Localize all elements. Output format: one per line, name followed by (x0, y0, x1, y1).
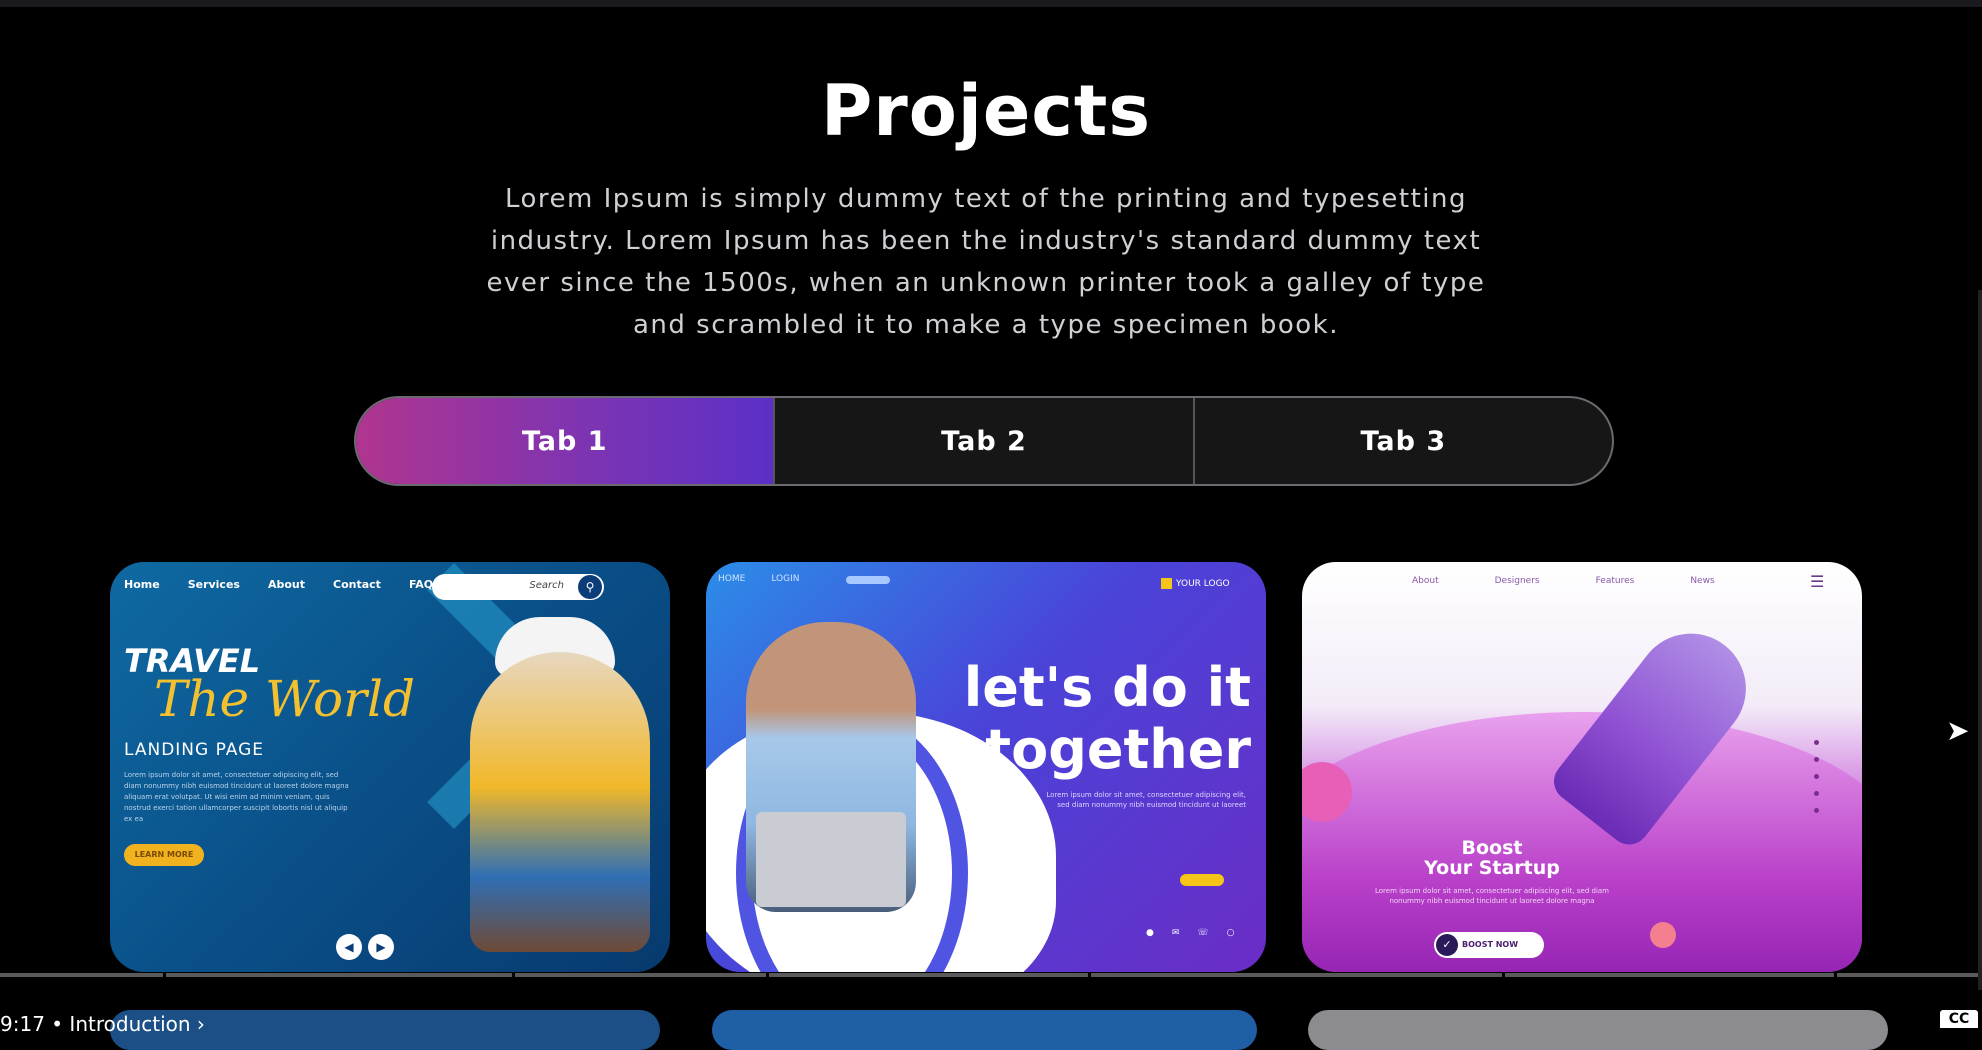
social-icons: ● ✉ ☏ ○ (1146, 928, 1235, 938)
the-world-title: The World (154, 670, 416, 728)
nav-pill (846, 576, 890, 584)
chevron-right-icon: › (196, 1012, 205, 1036)
project-card-travel[interactable]: Home Services About Contact FAQ Search ⚲… (110, 562, 670, 972)
card-search-box: Search ⚲ (432, 574, 604, 600)
boost-now-button: ✓ BOOST NOW (1434, 932, 1544, 958)
nav-about: About (1412, 576, 1439, 586)
card-body-text: Lorem ipsum dolor sit amet, consectetuer… (1046, 791, 1246, 809)
chapter-marker (766, 973, 769, 977)
nav-home: Home (124, 578, 160, 591)
tab-3[interactable]: Tab 3 (1195, 398, 1612, 484)
nav-news: News (1690, 576, 1715, 586)
project-card-together[interactable]: HOME LOGIN YOUR LOGO let's do it togethe… (706, 562, 1266, 972)
phone-icon: ☏ (1197, 928, 1209, 938)
chevron-right-icon: ▶ (368, 934, 394, 960)
card-nav: HOME LOGIN (718, 574, 799, 584)
nav-about: About (267, 578, 306, 591)
logo: YOUR LOGO (1161, 578, 1230, 589)
headline: Boost Your Startup (1382, 838, 1602, 878)
chapter-marker (1834, 973, 1837, 977)
video-timestamp[interactable]: 9:17 • Introduction › (0, 1012, 205, 1036)
section-title: Projects (820, 70, 1151, 152)
chevron-left-icon: ◀ (336, 934, 362, 960)
nav-features: Features (1595, 576, 1635, 586)
section-description: Lorem Ipsum is simply dummy text of the … (486, 184, 1486, 340)
headline-line-2: together (985, 718, 1251, 781)
scrollbar[interactable] (1978, 290, 1982, 990)
tab-1[interactable]: Tab 1 (356, 398, 776, 484)
location-icon: ● (1146, 928, 1154, 938)
project-card-startup[interactable]: About Designers Features News ☰ Boost Yo… (1302, 562, 1862, 972)
chapter-title: • Introduction (51, 1012, 191, 1036)
nav-services: Services (187, 578, 240, 591)
chapter-marker (1088, 973, 1091, 977)
chapter-marker (512, 973, 515, 977)
dot (1814, 791, 1819, 796)
chapter-marker (163, 973, 166, 977)
project-card-preview (1308, 1010, 1888, 1050)
card-nav: About Designers Features News (1412, 576, 1715, 586)
mouse-cursor-icon: ➤ (1946, 714, 1970, 747)
search-icon: ⚲ (578, 575, 602, 599)
globe-icon: ○ (1226, 928, 1235, 938)
dot (1814, 774, 1819, 779)
nav-faq: FAQ (408, 578, 434, 591)
planet-shape-small (1650, 922, 1676, 948)
landing-page-subtitle: LANDING PAGE (124, 740, 265, 760)
nav-contact: Contact (333, 578, 381, 591)
nav-login: LOGIN (771, 574, 800, 584)
logo-icon (1161, 578, 1172, 589)
mail-icon: ✉ (1171, 928, 1180, 938)
tab-bar: Tab 1 Tab 2 Tab 3 (354, 396, 1614, 486)
headline-line-2: Your Startup (1424, 857, 1560, 879)
card-body-text: Lorem ipsum dolor sit amet, consectetuer… (1374, 887, 1609, 905)
pagination-dots (1814, 740, 1819, 813)
dot (1814, 808, 1819, 813)
logo-text: YOUR LOGO (1176, 579, 1230, 589)
boost-now-label: BOOST NOW (1462, 940, 1519, 949)
card-nav: Home Services About Contact FAQ (124, 578, 433, 591)
nav-designers: Designers (1494, 576, 1540, 586)
hamburger-menu-icon: ☰ (1810, 572, 1825, 591)
tab-2[interactable]: Tab 2 (775, 398, 1195, 484)
headline-line-1: Boost (1461, 837, 1523, 859)
traveler-photo (470, 652, 650, 952)
current-time: 9:17 (0, 1012, 45, 1036)
closed-captions-button[interactable]: CC (1940, 1010, 1978, 1028)
dot (1814, 757, 1819, 762)
card-body-text: Lorem ipsum dolor sit amet, consectetuer… (124, 771, 349, 823)
search-label: Search (529, 580, 564, 591)
check-icon: ✓ (1436, 934, 1458, 956)
learn-more-button: LEARN MORE (124, 844, 204, 866)
top-bar (0, 0, 1982, 7)
video-progress-bar[interactable] (0, 973, 1982, 977)
headline-line-1: let's do it (963, 656, 1251, 719)
chapter-marker (1502, 973, 1505, 977)
nav-home: HOME (718, 574, 746, 584)
laptop-shape (756, 812, 906, 907)
cta-button (1180, 874, 1224, 886)
project-card-preview (712, 1010, 1257, 1050)
dot (1814, 740, 1819, 745)
headline: let's do it together (921, 657, 1251, 781)
